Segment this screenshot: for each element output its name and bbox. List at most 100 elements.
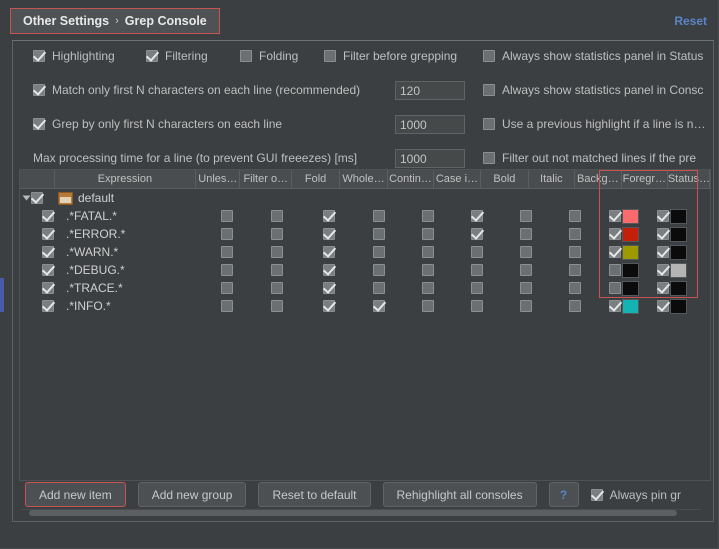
checkbox-italic-row-5[interactable]	[569, 300, 581, 312]
checkbox-filter-out-row-2[interactable]	[271, 246, 283, 258]
cell-italic[interactable]	[551, 225, 599, 243]
checkbox-use-a-previous-highlight-if-a-line-is-n[interactable]	[483, 118, 495, 130]
cell-fold[interactable]	[304, 297, 354, 315]
checkbox-fold-row-2[interactable]	[323, 246, 335, 258]
breadcrumb-parent[interactable]: Other Settings	[23, 14, 109, 28]
checkbox-case-insensitive-row-3[interactable]	[470, 264, 483, 276]
foreground-color-swatch[interactable]	[670, 280, 687, 296]
cell-fold[interactable]	[304, 225, 354, 243]
cell-foreground[interactable]	[648, 243, 696, 261]
checkbox-foreground-row-4[interactable]	[657, 282, 669, 294]
cell-foreground[interactable]	[648, 261, 696, 279]
checkbox-fold-row-0[interactable]	[323, 210, 335, 222]
row-enable-cell[interactable]	[20, 297, 56, 315]
group-toggle-cell[interactable]	[20, 189, 56, 207]
cell-foreground[interactable]	[648, 279, 696, 297]
cell-filter-out[interactable]	[250, 279, 304, 297]
checkbox-group-default[interactable]	[31, 192, 43, 204]
checkbox-unless-row-2[interactable]	[221, 246, 233, 258]
cell-background[interactable]	[599, 261, 648, 279]
checkbox-continue-row-2[interactable]	[422, 246, 434, 258]
cell-case-insensitive[interactable]	[452, 225, 501, 243]
checkbox-whole-line-row-0[interactable]	[373, 210, 385, 222]
checkbox-foreground-row-3[interactable]	[657, 264, 669, 276]
cell-filter-out[interactable]	[250, 243, 304, 261]
checkbox-case-insensitive-row-4[interactable]	[470, 282, 483, 294]
cell-case-insensitive[interactable]	[452, 279, 501, 297]
cell-unless[interactable]	[204, 261, 250, 279]
option-max-processing-time-for-a-line-to-preven[interactable]: Max processing time for a line (to preve…	[33, 151, 357, 165]
checkbox-filter-out-row-5[interactable]	[271, 300, 283, 312]
row-enable-cell[interactable]	[20, 243, 56, 261]
checkbox-unless-row-4[interactable]	[221, 282, 233, 294]
table-row[interactable]: .*ERROR.*	[20, 225, 710, 243]
cell-italic[interactable]	[551, 243, 599, 261]
option-filter-out-not-matched-lines-if-the-pre[interactable]: Filter out not matched lines if the pre	[483, 151, 696, 165]
table-row[interactable]: .*WARN.*	[20, 243, 710, 261]
foreground-color-swatch[interactable]	[670, 262, 687, 278]
cell-case-insensitive[interactable]	[452, 297, 501, 315]
checkbox-continue-row-0[interactable]	[422, 210, 434, 222]
cell-continue[interactable]	[404, 207, 452, 225]
background-color-swatch[interactable]	[621, 262, 639, 278]
cell-unless[interactable]	[204, 297, 250, 315]
cell-background[interactable]	[599, 297, 648, 315]
cell-bold[interactable]	[501, 261, 551, 279]
checkbox-enable-row-5[interactable]	[42, 300, 54, 312]
column-header-contin[interactable]: Contin…	[388, 170, 434, 188]
cell-foreground[interactable]	[648, 225, 696, 243]
checkbox-foreground-row-2[interactable]	[657, 246, 669, 258]
cell-italic[interactable]	[551, 261, 599, 279]
scrollbar-thumb[interactable]	[29, 510, 677, 516]
button-reset-to-default[interactable]: Reset to default	[258, 482, 371, 507]
checkbox-enable-row-0[interactable]	[42, 210, 54, 222]
checkbox-foreground-row-0[interactable]	[657, 210, 669, 222]
column-header-unles[interactable]: Unles…	[196, 170, 241, 188]
checkbox-enable-row-2[interactable]	[42, 246, 54, 258]
checkbox-background-row-1[interactable]	[608, 228, 621, 240]
table-group-row[interactable]: default	[20, 189, 710, 207]
cell-case-insensitive[interactable]	[452, 261, 501, 279]
cell-continue[interactable]	[404, 279, 452, 297]
cell-fold[interactable]	[304, 279, 354, 297]
column-header-expression[interactable]: Expression	[55, 170, 197, 188]
checkbox-foreground-row-1[interactable]	[657, 228, 669, 240]
cell-bold[interactable]	[501, 243, 551, 261]
checkbox-match-only-first-n-characters-on-each-li[interactable]	[33, 84, 45, 96]
column-header-status[interactable]: Status…	[668, 170, 710, 188]
cell-continue[interactable]	[404, 261, 452, 279]
input-grep-by-only-first-n-characters-on-each-[interactable]: 1000	[395, 115, 465, 134]
checkbox-case-insensitive-row-0[interactable]	[470, 210, 483, 222]
cell-unless[interactable]	[204, 225, 250, 243]
checkbox-continue-row-4[interactable]	[422, 282, 434, 294]
cell-filter-out[interactable]	[250, 261, 304, 279]
checkbox-continue-row-1[interactable]	[422, 228, 434, 240]
cell-bold[interactable]	[501, 225, 551, 243]
checkbox-unless-row-3[interactable]	[221, 264, 233, 276]
option-filtering[interactable]: Filtering	[146, 49, 208, 63]
cell-bold[interactable]	[501, 279, 551, 297]
table-body[interactable]: default .*FATAL.* .*ERROR.* .*WARN.* .*DEBUG…	[20, 189, 710, 315]
checkbox-bold-row-5[interactable]	[520, 300, 532, 312]
cell-italic[interactable]	[551, 297, 599, 315]
expressions-table[interactable]: Expression Unles… Filter o… Fold Whole… Conti…	[19, 169, 711, 481]
checkbox-folding[interactable]	[240, 50, 252, 62]
cell-status[interactable]	[696, 297, 710, 315]
foreground-color-swatch[interactable]	[670, 226, 687, 242]
checkbox-always-show-statistics-panel-in-consc[interactable]	[483, 84, 495, 96]
cell-fold[interactable]	[304, 261, 354, 279]
checkbox-filter-out-row-3[interactable]	[271, 264, 283, 276]
cell-whole-line[interactable]	[354, 243, 404, 261]
checkbox-italic-row-2[interactable]	[569, 246, 581, 258]
checkbox-background-row-0[interactable]	[608, 210, 621, 222]
expression-cell[interactable]: .*DEBUG.*	[56, 261, 204, 279]
expression-cell[interactable]: .*FATAL.*	[56, 207, 204, 225]
cell-status[interactable]	[696, 225, 710, 243]
checkbox-filtering[interactable]	[146, 50, 158, 62]
foreground-color-swatch[interactable]	[670, 244, 687, 260]
checkbox-bold-row-1[interactable]	[520, 228, 532, 240]
option-always-show-statistics-panel-in-status[interactable]: Always show statistics panel in Status	[483, 49, 703, 63]
cell-status[interactable]	[696, 261, 710, 279]
button-rehighlight-all-consoles[interactable]: Rehighlight all consoles	[382, 482, 537, 507]
cell-foreground[interactable]	[648, 297, 696, 315]
